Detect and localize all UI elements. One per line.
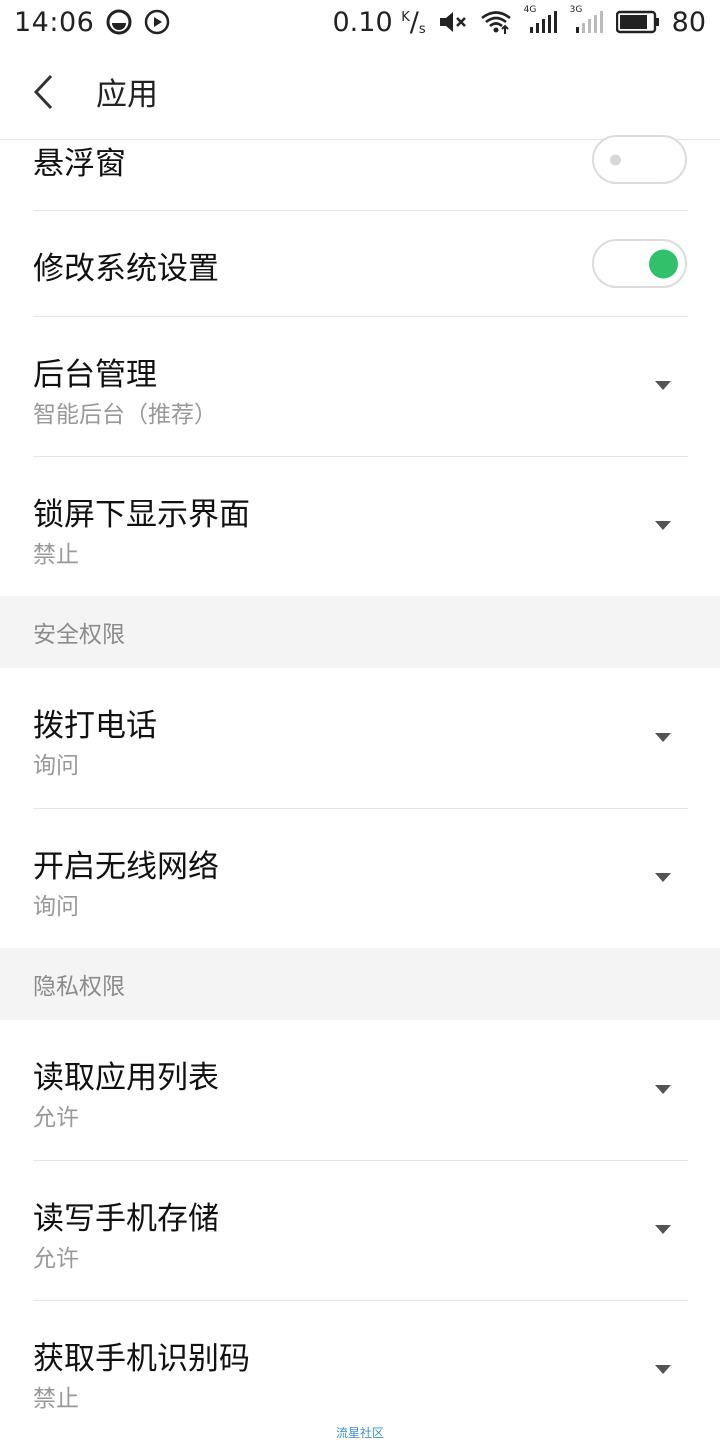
row-value: 询问: [33, 753, 79, 779]
lockscreen-display-row[interactable]: 锁屏下显示界面 禁止: [0, 457, 720, 596]
play-notification-icon: [144, 9, 170, 35]
signal-4g-icon: 4G: [524, 5, 558, 35]
toggle-knob: [649, 249, 678, 278]
signal-4g-label: 4G: [523, 5, 537, 15]
dropdown-caret-icon: [655, 733, 671, 742]
row-label: 拨打电话: [33, 708, 157, 744]
row-label: 读取应用列表: [33, 1060, 219, 1096]
row-value: 禁止: [33, 542, 79, 568]
chevron-left-icon: [33, 74, 53, 109]
modify-system-settings-row[interactable]: 修改系统设置: [0, 211, 720, 317]
row-label: 获取手机识别码: [33, 1341, 250, 1377]
network-speed-value: 0.10: [332, 6, 393, 38]
section-header-security: 安全权限: [0, 596, 720, 668]
row-value: 允许: [33, 1105, 79, 1131]
status-bar: 14:06 0.10 K/s 4G 3G 80: [0, 0, 720, 44]
modify-system-settings-toggle[interactable]: [592, 239, 687, 288]
dropdown-caret-icon: [655, 381, 671, 390]
row-value: 允许: [33, 1246, 79, 1272]
section-title: 安全权限: [33, 622, 125, 648]
wifi-icon: [480, 9, 512, 35]
background-management-row[interactable]: 后台管理 智能后台（推荐）: [0, 317, 720, 457]
row-label: 后台管理: [33, 357, 157, 393]
row-label: 修改系统设置: [33, 251, 219, 287]
dropdown-caret-icon: [655, 873, 671, 882]
toggle-knob: [610, 154, 621, 165]
section-title: 隐私权限: [33, 974, 125, 1000]
page-title: 应用: [96, 77, 158, 113]
dropdown-caret-icon: [655, 1225, 671, 1234]
read-app-list-row[interactable]: 读取应用列表 允许: [0, 1020, 720, 1161]
dropdown-caret-icon: [655, 1085, 671, 1094]
make-call-row[interactable]: 拨打电话 询问: [0, 668, 720, 809]
floating-window-toggle[interactable]: [592, 135, 687, 184]
rw-storage-row[interactable]: 读写手机存储 允许: [0, 1161, 720, 1301]
row-label: 开启无线网络: [33, 849, 219, 885]
status-time: 14:06: [14, 6, 95, 38]
signal-3g-label: 3G: [569, 5, 583, 15]
dropdown-caret-icon: [655, 1365, 671, 1374]
row-value: 询问: [33, 894, 79, 920]
floating-window-row[interactable]: 悬浮窗: [0, 135, 720, 211]
battery-level: 80: [671, 6, 706, 38]
signal-3g-icon: 3G: [570, 5, 604, 35]
row-label: 锁屏下显示界面: [33, 497, 250, 533]
read-device-id-row[interactable]: 获取手机识别码 禁止: [0, 1301, 720, 1424]
row-label: 悬浮窗: [33, 146, 126, 182]
battery-icon: [615, 10, 660, 34]
enable-wifi-row[interactable]: 开启无线网络 询问: [0, 809, 720, 948]
mute-icon: [438, 9, 468, 35]
network-speed: 0.10 K/s: [332, 6, 426, 38]
network-speed-unit-top: K: [401, 9, 410, 25]
back-button[interactable]: [0, 44, 88, 140]
network-speed-unit-bottom: s: [418, 21, 426, 37]
app-bar: 应用: [0, 44, 720, 140]
row-value: 禁止: [33, 1386, 79, 1412]
dropdown-caret-icon: [655, 521, 671, 530]
row-value: 智能后台（推荐）: [33, 402, 217, 428]
section-header-privacy: 隐私权限: [0, 948, 720, 1020]
watermark: 流星社区: [335, 1426, 384, 1440]
row-label: 读写手机存储: [33, 1201, 219, 1237]
browser-notification-icon: [106, 9, 132, 35]
